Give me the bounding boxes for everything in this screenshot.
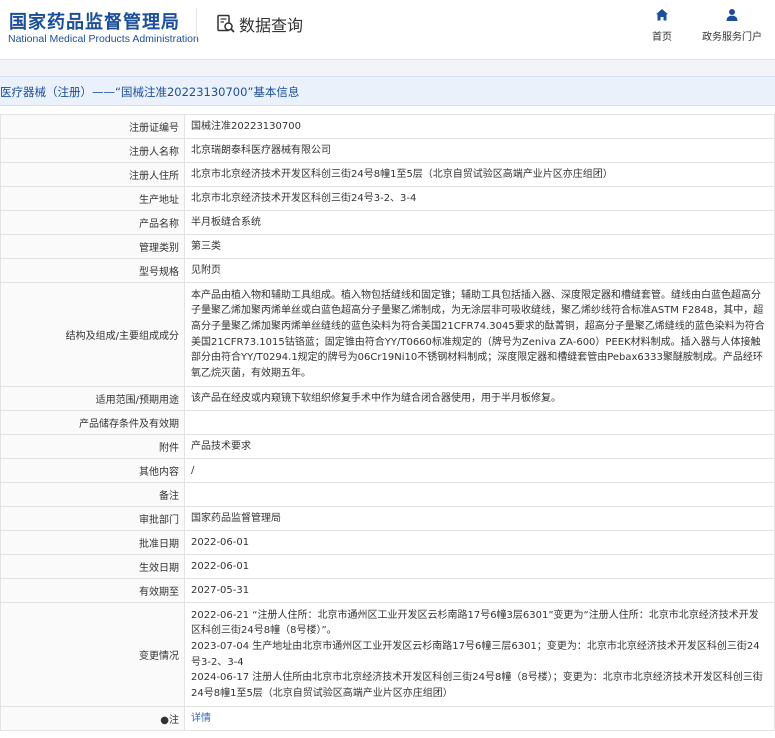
table-row: 注册人住所 北京市北京经济技术开发区科创三街24号8幢1至5层（北京自贸试验区高端… — [0, 162, 775, 187]
table-row: 审批部门 国家药品监督管理局 — [0, 506, 775, 531]
field-key: 注册证编号 — [0, 114, 185, 139]
table-row: 有效期至 2027-05-31 — [0, 578, 775, 603]
table-row: 结构及组成/主要组成成分 本产品由植入物和辅助工具组成。植入物包括缝线和固定锥；辅… — [0, 282, 775, 387]
field-value: 北京市北京经济技术开发区科创三街24号3-2、3-4 — [184, 186, 775, 211]
change-entry: 2024-06-17 注册人住所由北京市北京经济技术开发区科创三街24号8幢（8… — [191, 672, 763, 699]
field-value: 2022-06-01 — [184, 530, 775, 555]
field-key: 生产地址 — [0, 186, 185, 211]
field-value-changes: 2022-06-21 “注册人住所：北京市通州区工业开发区云杉南路17号6幢3层… — [184, 602, 775, 707]
nav-service-label: 政务服务门户 — [702, 32, 762, 43]
logo-title: 国家药品监督管理局 — [9, 12, 180, 33]
table-row: 备注 — [0, 482, 775, 507]
nav-home-label: 首页 — [652, 32, 672, 43]
table-row: ●注 详情 — [0, 706, 775, 731]
field-key: 审批部门 — [0, 506, 185, 531]
field-value: 北京瑞朗泰科医疗器械有限公司 — [184, 138, 775, 163]
home-icon — [656, 9, 668, 21]
field-value: 产品技术要求 — [184, 434, 775, 459]
table-row: 产品名称 半月板缝合系统 — [0, 210, 775, 235]
field-value: 半月板缝合系统 — [184, 210, 775, 235]
change-entry: 2022-06-21 “注册人住所：北京市通州区工业开发区云杉南路17号6幢3层… — [191, 609, 759, 637]
table-row: 生产地址 北京市北京经济技术开发区科创三街24号3-2、3-4 — [0, 186, 775, 211]
field-key: 批准日期 — [0, 530, 185, 555]
field-value: 详情 — [184, 706, 775, 731]
field-value: / — [184, 458, 775, 483]
field-value: 第三类 — [184, 234, 775, 259]
field-value: 见附页 — [184, 258, 775, 283]
site-header: 国家药品监督管理局 National Medical Products Admi… — [0, 0, 775, 60]
field-key: 有效期至 — [0, 578, 185, 603]
field-key: 注册人名称 — [0, 138, 185, 163]
table-row: 适用范围/预期用途 该产品在经皮或内窥镜下软组织修复手术中作为缝合闭合器使用，用于… — [0, 386, 775, 411]
field-key: 管理类别 — [0, 234, 185, 259]
field-key: 适用范围/预期用途 — [0, 386, 185, 411]
details-link[interactable]: 详情 — [191, 713, 211, 724]
header-band — [0, 60, 775, 76]
table-row: 注册人名称 北京瑞朗泰科医疗器械有限公司 — [0, 138, 775, 163]
data-search-icon — [217, 14, 235, 33]
field-key: 型号规格 — [0, 258, 185, 283]
change-entry: 2023-07-04 生产地址由北京市通州区工业开发区云杉南路17号6幢三层63… — [191, 640, 760, 668]
field-value — [184, 410, 775, 435]
field-value: 本产品由植入物和辅助工具组成。植入物包括缝线和固定锥；辅助工具包括插入器、深度限… — [184, 282, 775, 387]
logo-subtitle: National Medical Products Administration — [8, 33, 199, 45]
field-key: 附件 — [0, 434, 185, 459]
user-icon — [726, 9, 738, 21]
field-key: 其他内容 — [0, 458, 185, 483]
table-row: 变更情况 2022-06-21 “注册人住所：北京市通州区工业开发区云杉南路17… — [0, 602, 775, 707]
header-divider — [196, 8, 197, 40]
table-row: 管理类别 第三类 — [0, 234, 775, 259]
field-key: ●注 — [0, 706, 185, 731]
nav-home[interactable]: 首页 — [648, 8, 676, 43]
field-value: 北京市北京经济技术开发区科创三街24号8幢1至5层（北京自贸试验区高端产业片区亦… — [184, 162, 775, 187]
breadcrumb: 医疗器械（注册）——“国械注准20223130700”基本信息 — [0, 85, 300, 99]
field-key: 生效日期 — [0, 554, 185, 579]
field-value: 国家药品监督管理局 — [184, 506, 775, 531]
field-key: 产品名称 — [0, 210, 185, 235]
table-row: 批准日期 2022-06-01 — [0, 530, 775, 555]
field-key: 备注 — [0, 482, 185, 507]
table-row: 其他内容 / — [0, 458, 775, 483]
info-table: 注册证编号 国械注准20223130700 注册人名称 北京瑞朗泰科医疗器械有限公司… — [0, 114, 775, 731]
field-value: 2022-06-01 — [184, 554, 775, 579]
page-heading: 数据查询 — [239, 16, 304, 35]
table-row: 型号规格 见附页 — [0, 258, 775, 283]
nav-service-portal[interactable]: 政务服务门户 — [700, 8, 764, 43]
field-value: 国械注准20223130700 — [184, 114, 775, 139]
table-row: 附件 产品技术要求 — [0, 434, 775, 459]
field-key: 注册人住所 — [0, 162, 185, 187]
table-row: 产品储存条件及有效期 — [0, 410, 775, 435]
field-value: 该产品在经皮或内窥镜下软组织修复手术中作为缝合闭合器使用，用于半月板修复。 — [184, 386, 775, 411]
table-row: 生效日期 2022-06-01 — [0, 554, 775, 579]
field-value: 2027-05-31 — [184, 578, 775, 603]
field-key: 变更情况 — [0, 602, 185, 707]
table-row: 注册证编号 国械注准20223130700 — [0, 114, 775, 139]
field-value — [184, 482, 775, 507]
breadcrumb-bar: 医疗器械（注册）——“国械注准20223130700”基本信息 — [0, 76, 775, 106]
field-key: 结构及组成/主要组成成分 — [0, 282, 185, 387]
field-key: 产品储存条件及有效期 — [0, 410, 185, 435]
